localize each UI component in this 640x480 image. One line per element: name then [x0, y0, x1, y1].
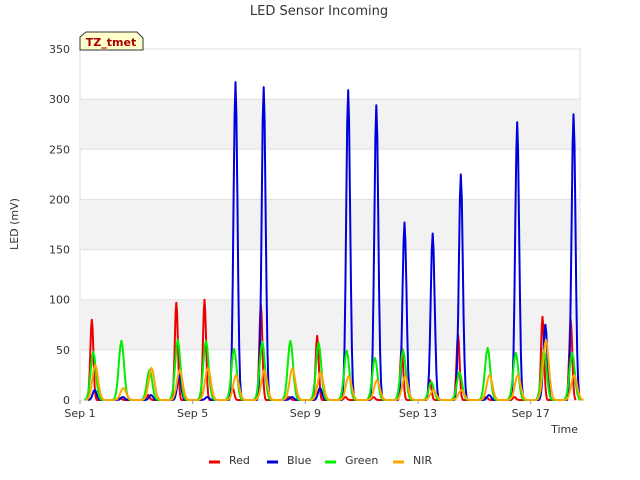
legend-label-blue: Blue [287, 454, 312, 467]
y-tick-label: 200 [49, 193, 70, 206]
x-tick-label: Sep 9 [290, 407, 321, 420]
x-axis-label: Time [550, 423, 578, 436]
station-tag-label: TZ_tmet [86, 36, 136, 49]
legend-label-red: Red [229, 454, 250, 467]
grid-band [80, 199, 580, 250]
x-tick-label: Sep 5 [177, 407, 208, 420]
x-axis-ticks: Sep 1 Sep 5 Sep 9 Sep 13 Sep 17 [64, 400, 550, 420]
legend-label-nir: NIR [413, 454, 432, 467]
y-tick-label: 150 [49, 244, 70, 257]
station-tag: TZ_tmet [79, 31, 144, 51]
x-tick-label: Sep 17 [512, 407, 550, 420]
legend: Red Blue Green NIR [209, 454, 432, 467]
grid-band [80, 99, 580, 150]
y-tick-label: 0 [63, 394, 70, 407]
y-tick-label: 50 [56, 344, 70, 357]
x-tick-label: Sep 13 [399, 407, 437, 420]
x-tick-label: Sep 1 [64, 407, 95, 420]
grid-band [80, 299, 580, 350]
y-tick-label: 100 [49, 294, 70, 307]
chart-title: LED Sensor Incoming [250, 4, 388, 19]
y-tick-label: 300 [49, 93, 70, 106]
legend-label-green: Green [345, 454, 378, 467]
y-axis-label: LED (mV) [8, 198, 21, 250]
grid-bands [80, 99, 580, 350]
y-tick-label: 250 [49, 143, 70, 156]
y-axis-ticks: 0 50 100 150 200 250 300 350 [49, 43, 70, 407]
led-sensor-chart: LED Sensor Incoming 0 50 100 150 200 250 300 35… [8, 4, 584, 467]
y-tick-label: 350 [49, 43, 70, 56]
